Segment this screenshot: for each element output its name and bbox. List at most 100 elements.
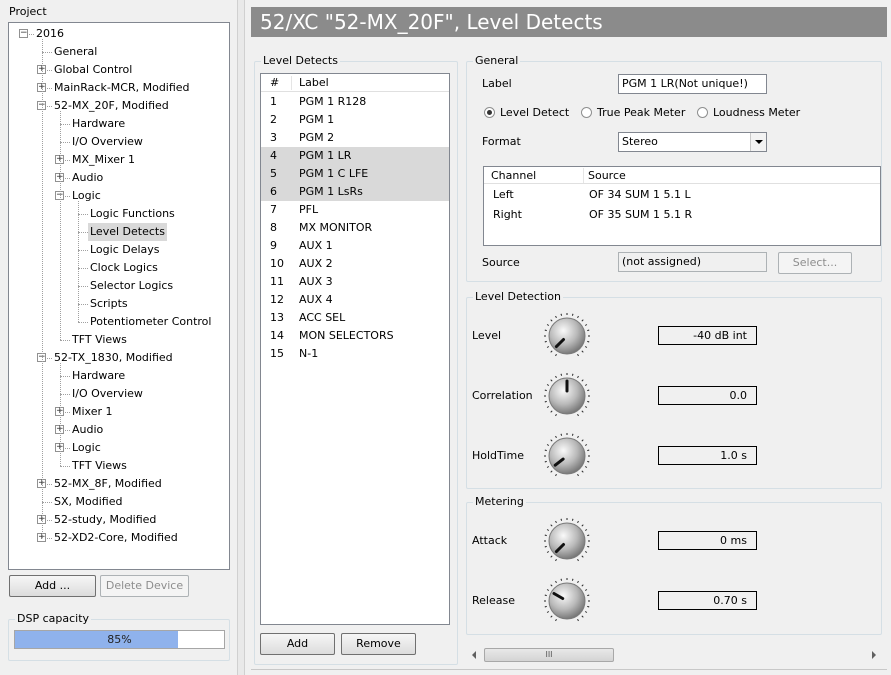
tree-item-label[interactable]: Logic Functions [88,205,177,223]
tree-item-label[interactable]: Hardware [70,115,127,133]
panel-splitter[interactable] [237,0,245,675]
format-select-value: Stereo [622,135,658,148]
list-item-number: 8 [270,221,277,234]
tree-item-label[interactable]: Global Control [52,61,134,79]
list-item[interactable]: 12 AUX 4 [261,291,449,309]
column-header-channel[interactable]: Channel [491,167,536,184]
column-divider [291,76,292,90]
list-item[interactable]: 13 ACC SEL [261,309,449,327]
loudness-meter-radio[interactable] [697,107,708,118]
dsp-capacity-percent: 85% [107,633,132,646]
tree-item-label[interactable]: Potentiometer Control [88,313,213,331]
list-item[interactable]: 4 PGM 1 LR [261,147,449,165]
triangle-left-icon[interactable] [466,647,482,663]
list-item[interactable]: 10 AUX 2 [261,255,449,273]
level-caption: Level [472,329,502,342]
table-row[interactable]: Left OF 34 SUM 1 5.1 L [484,185,880,205]
column-header-label[interactable]: Label [299,74,329,92]
list-item-label: AUX 4 [299,293,333,306]
tree-item-label[interactable]: Logic Delays [88,241,162,259]
tree-item-label[interactable]: General [52,43,99,61]
tree-connector [42,39,43,538]
tree-item-label[interactable]: Logic [70,187,103,205]
level-knob[interactable] [544,313,590,359]
tree-item-label[interactable]: 52-MX_8F, Modified [52,475,164,493]
level-detect-radio-label[interactable]: Level Detect [500,106,569,119]
minus-icon[interactable]: − [19,29,28,38]
horizontal-scrollbar[interactable]: III [466,647,882,663]
triangle-down-icon[interactable] [750,133,766,151]
level-detect-radio[interactable] [484,107,495,118]
tree-item-label[interactable]: SX, Modified [52,493,124,511]
list-item[interactable]: 2 PGM 1 [261,111,449,129]
tree-item-label[interactable]: Audio [70,421,105,439]
holdtime-knob[interactable] [544,433,590,479]
list-item[interactable]: 1 PGM 1 R128 [261,93,449,111]
add-device-button[interactable]: Add ... [9,575,96,597]
list-item-number: 14 [270,329,284,342]
tree-item-label[interactable]: Clock Logics [88,259,160,277]
tree-connector [60,466,70,467]
list-item-label: ACC SEL [299,311,346,324]
list-item[interactable]: 11 AUX 3 [261,273,449,291]
tree-connector [78,232,88,233]
table-row[interactable]: Right OF 35 SUM 1 5.1 R [484,205,880,225]
tree-item-label[interactable]: MX_Mixer 1 [70,151,137,169]
loudness-meter-radio-label[interactable]: Loudness Meter [713,106,800,119]
tree-connector [78,304,88,305]
select-source-button[interactable]: Select... [778,252,852,274]
tree-item-label[interactable]: TFT Views [70,331,129,349]
channel-source-table[interactable]: Channel Source Left OF 34 SUM 1 5.1 L Ri… [483,166,881,246]
format-select[interactable]: Stereo [618,132,767,152]
level-detects-list[interactable]: # Label 1 PGM 1 R128 2 PGM 1 3 PGM 2 4 PGM 1 LR… [260,73,450,625]
list-item[interactable]: 7 PFL [261,201,449,219]
column-header-source[interactable]: Source [588,167,626,184]
tree-item-label[interactable]: 52-study, Modified [52,511,158,529]
tree-item-label[interactable]: 52-MX_20F, Modified [52,97,171,115]
tree-item-label[interactable]: Audio [70,169,105,187]
tree-item-label[interactable]: I/O Overview [70,133,145,151]
list-item[interactable]: 6 PGM 1 LsRs [261,183,449,201]
dsp-capacity-title: DSP capacity [15,612,92,626]
list-item-label: AUX 2 [299,257,333,270]
tree-item-label[interactable]: MainRack-MCR, Modified [52,79,192,97]
remove-level-detect-button[interactable]: Remove [341,633,416,655]
page-title: 52/XC "52-MX_20F", Level Detects [260,10,603,34]
channel-cell: Right [493,208,522,221]
tree-item-label[interactable]: TFT Views [70,457,129,475]
true-peak-meter-radio-label[interactable]: True Peak Meter [597,106,685,119]
triangle-right-icon[interactable] [866,647,882,663]
delete-device-button[interactable]: Delete Device [100,575,189,597]
list-item[interactable]: 5 PGM 1 C LFE [261,165,449,183]
true-peak-meter-radio[interactable] [581,107,592,118]
tree-connector [60,124,70,125]
release-knob[interactable] [544,578,590,624]
project-label: Project [9,5,47,18]
tree-item-label[interactable]: 52-XD2-Core, Modified [52,529,180,547]
holdtime-value: 1.0 s [658,446,757,465]
list-item[interactable]: 3 PGM 2 [261,129,449,147]
tree-item-label[interactable]: Logic [70,439,103,457]
tree-item-label[interactable]: Hardware [70,367,127,385]
column-header-number[interactable]: # [270,74,279,92]
tree-item-label[interactable]: Mixer 1 [70,403,115,421]
list-item-label: MON SELECTORS [299,329,394,342]
scrollbar-thumb[interactable]: III [484,648,614,662]
list-item[interactable]: 15 N-1 [261,345,449,363]
label-field[interactable]: PGM 1 LR(Not unique!) [618,74,767,94]
add-level-detect-button[interactable]: Add [260,633,335,655]
list-item-number: 15 [270,347,284,360]
tree-item-label[interactable]: Selector Logics [88,277,175,295]
list-item[interactable]: 9 AUX 1 [261,237,449,255]
tree-item-label[interactable]: 52-TX_1830, Modified [52,349,175,367]
attack-value: 0 ms [658,531,757,550]
tree-item-label[interactable]: 2016 [34,25,66,43]
tree-item-label[interactable]: Scripts [88,295,130,313]
correlation-knob[interactable] [544,373,590,419]
project-tree[interactable]: −2016 General + Global Control + MainRack-MCR… [8,22,230,570]
tree-item-label[interactable]: Level Detects [88,223,167,241]
tree-item-label[interactable]: I/O Overview [70,385,145,403]
attack-knob[interactable] [544,518,590,564]
list-item[interactable]: 8 MX MONITOR [261,219,449,237]
list-item[interactable]: 14 MON SELECTORS [261,327,449,345]
